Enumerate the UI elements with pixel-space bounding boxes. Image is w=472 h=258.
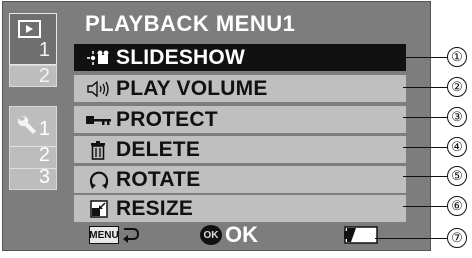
button-guide-bar: MENU OK OK — [3, 222, 432, 252]
menu-item-label: RESIZE — [116, 196, 194, 220]
tab-setup[interactable]: 1 2 3 — [9, 106, 57, 190]
resize-icon — [82, 199, 116, 219]
tab-playback[interactable]: 1 — [9, 13, 57, 65]
key-icon — [82, 110, 116, 130]
menu-item-protect[interactable]: PROTECT — [74, 106, 406, 133]
slideshow-icon — [82, 48, 116, 68]
callout-line — [375, 238, 448, 239]
menu-item-label: ROTATE — [116, 167, 201, 191]
menu-item-rotate[interactable]: ROTATE — [74, 166, 406, 193]
callout-number: ⑥ — [447, 196, 467, 216]
speaker-icon — [82, 79, 116, 99]
menu-button[interactable]: MENU — [89, 226, 119, 244]
battery-icon — [344, 226, 378, 244]
menu-item-delete[interactable]: DELETE — [74, 136, 406, 163]
callout-line — [403, 147, 448, 148]
menu-item-label: DELETE — [116, 137, 201, 161]
trash-icon — [82, 140, 116, 160]
callout-line — [403, 206, 448, 207]
menu-item-slideshow[interactable]: SLIDESHOW — [74, 44, 406, 71]
callout-line — [403, 117, 448, 118]
wrench-icon — [18, 116, 36, 134]
callout-line — [403, 176, 448, 177]
return-icon — [123, 228, 140, 243]
tab-setup-page1: 1 — [38, 118, 50, 140]
tab-playback-page2[interactable]: 2 — [9, 65, 57, 87]
callout-number: ⑦ — [447, 228, 467, 248]
ok-label: OK — [225, 222, 258, 247]
menu-item-label: SLIDESHOW — [116, 45, 245, 69]
tab-setup-page2: 2 — [38, 144, 50, 166]
menu-item-label: PROTECT — [116, 107, 218, 131]
callout-line — [403, 87, 448, 88]
tab-setup-page3: 3 — [38, 166, 50, 188]
callout-number: ② — [447, 77, 467, 97]
rotate-icon — [82, 169, 116, 191]
callout-number: ③ — [447, 107, 467, 127]
tab-playback-page2-label: 2 — [38, 65, 50, 87]
menu-title: PLAYBACK MENU1 — [85, 11, 296, 36]
menu-item-label: PLAY VOLUME — [116, 76, 268, 100]
ok-button[interactable]: OK — [200, 225, 222, 245]
callout-number: ① — [447, 47, 467, 67]
callout-number: ④ — [447, 137, 467, 157]
menu-item-resize[interactable]: RESIZE — [74, 195, 406, 222]
camera-screen: 1 2 1 2 3 PLAYBACK MENU1 SLIDESHOW PLAY … — [2, 1, 431, 251]
tab-playback-page1: 1 — [38, 39, 50, 61]
play-icon — [18, 20, 41, 38]
menu-item-play-volume[interactable]: PLAY VOLUME — [74, 75, 406, 102]
callout-line — [403, 57, 448, 58]
callout-number: ⑤ — [447, 166, 467, 186]
